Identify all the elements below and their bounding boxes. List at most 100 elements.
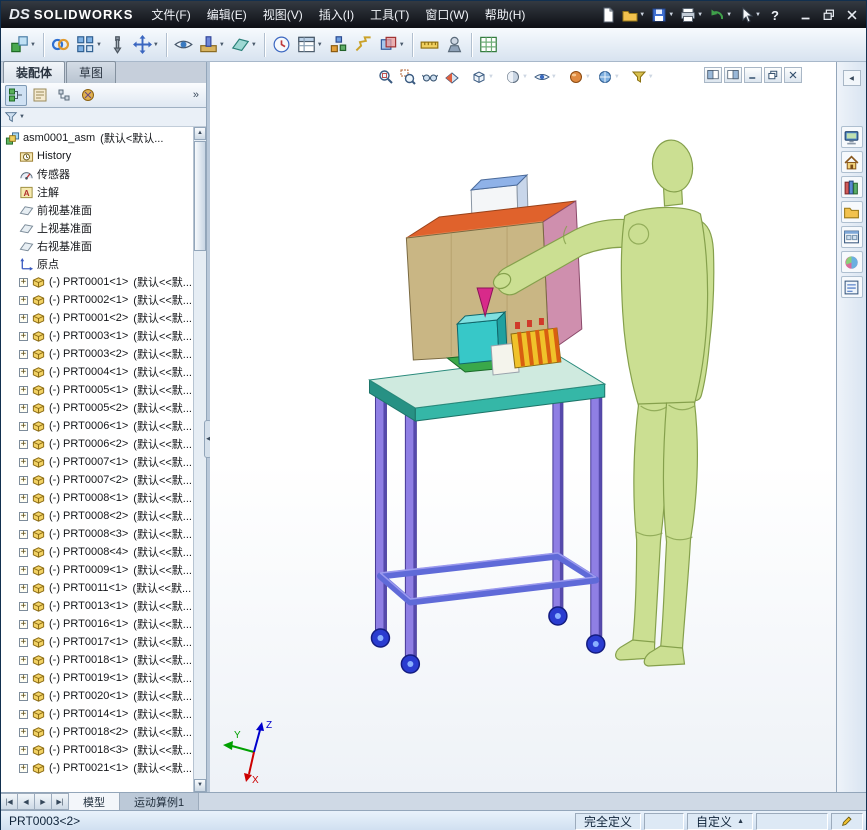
- tab-model[interactable]: 模型: [69, 793, 120, 810]
- expand-icon[interactable]: +: [19, 655, 28, 665]
- minimize-button[interactable]: [796, 6, 816, 24]
- tree-item[interactable]: + (-) PRT0018<3> (默认<<默...: [3, 741, 192, 759]
- expand-icon[interactable]: +: [19, 565, 28, 575]
- tree-item[interactable]: + (-) PRT0016<1> (默认<<默...: [3, 615, 192, 633]
- show-hidden-components-button[interactable]: [171, 31, 196, 59]
- tree-item[interactable]: + (-) PRT0004<1> (默认<<默...: [3, 363, 192, 381]
- move-component-button[interactable]: ▼: [130, 31, 162, 59]
- graphics-viewport[interactable]: Y X Z ▼ ▼ ▼ ▼ ▼ ▼: [210, 62, 836, 792]
- expand-icon[interactable]: +: [19, 619, 28, 629]
- expand-icon[interactable]: +: [19, 331, 28, 341]
- expand-icon[interactable]: +: [19, 709, 28, 719]
- assembly-features-button[interactable]: ▼: [196, 31, 228, 59]
- section-view-button[interactable]: [441, 67, 463, 87]
- tree-item[interactable]: + (-) PRT0008<3> (默认<<默...: [3, 525, 192, 543]
- design-library-button[interactable]: [840, 176, 863, 198]
- undo-button[interactable]: ▼: [706, 4, 735, 26]
- fm-tabs-overflow[interactable]: »: [190, 89, 202, 101]
- tree-item[interactable]: + (-) PRT0018<2> (默认<<默...: [3, 723, 192, 741]
- scroll-down-button[interactable]: ▼: [194, 779, 206, 792]
- restore-button[interactable]: [819, 6, 839, 24]
- expand-icon[interactable]: +: [19, 511, 28, 521]
- status-units-dropdown[interactable]: 自定义 ▲: [687, 812, 753, 830]
- tree-item[interactable]: + (-) PRT0008<1> (默认<<默...: [3, 489, 192, 507]
- doc-minimize-button[interactable]: [744, 67, 762, 83]
- tab-scroll-prev[interactable]: ◀: [18, 793, 35, 810]
- zoom-fit-button[interactable]: [375, 67, 397, 87]
- help-button[interactable]: ?: [764, 4, 786, 26]
- tree-item[interactable]: + (-) PRT0019<1> (默认<<默...: [3, 669, 192, 687]
- smart-fasteners-button[interactable]: [105, 31, 130, 59]
- expand-icon[interactable]: +: [19, 691, 28, 701]
- custom-properties-button[interactable]: [840, 276, 863, 298]
- new-motion-study-button[interactable]: [269, 31, 294, 59]
- mate-button[interactable]: [48, 31, 73, 59]
- tree-item[interactable]: + (-) PRT0020<1> (默认<<默...: [3, 687, 192, 705]
- edit-appearance-button[interactable]: ▼: [565, 67, 594, 87]
- fm-dimxpert-tab[interactable]: [77, 85, 99, 106]
- filter-button[interactable]: ▼: [4, 110, 25, 124]
- display-style-button[interactable]: ▼: [502, 67, 531, 87]
- fm-configurations-tab[interactable]: [53, 85, 75, 106]
- tree-item[interactable]: A 注解: [3, 183, 192, 201]
- view-orientation-button[interactable]: ▼: [468, 67, 497, 87]
- tree-item[interactable]: + (-) PRT0001<1> (默认<<默...: [3, 273, 192, 291]
- expand-icon[interactable]: +: [19, 493, 28, 503]
- tree-item[interactable]: 右视基准面: [3, 237, 192, 255]
- menu-item[interactable]: 编辑(E): [199, 2, 255, 27]
- tree-item[interactable]: + (-) PRT0007<1> (默认<<默...: [3, 453, 192, 471]
- expand-icon[interactable]: +: [19, 439, 28, 449]
- expand-icon[interactable]: +: [19, 457, 28, 467]
- tree-item[interactable]: + (-) PRT0001<2> (默认<<默...: [3, 309, 192, 327]
- tree-item[interactable]: History: [3, 147, 192, 165]
- expand-icon[interactable]: +: [19, 475, 28, 485]
- expand-icon[interactable]: +: [19, 763, 28, 773]
- tree-item[interactable]: + (-) PRT0006<2> (默认<<默...: [3, 435, 192, 453]
- insert-components-button[interactable]: ▼: [7, 31, 39, 59]
- expand-icon[interactable]: +: [19, 547, 28, 557]
- tree-item[interactable]: + (-) PRT0003<1> (默认<<默...: [3, 327, 192, 345]
- zoom-area-button[interactable]: [397, 67, 419, 87]
- tab-scroll-next[interactable]: ▶: [35, 793, 52, 810]
- menu-item[interactable]: 视图(V): [255, 2, 311, 27]
- tree-item[interactable]: + (-) PRT0008<2> (默认<<默...: [3, 507, 192, 525]
- save-button[interactable]: ▼: [648, 4, 677, 26]
- bill-of-materials-button[interactable]: ▼: [294, 31, 326, 59]
- tree-item[interactable]: + (-) PRT0005<2> (默认<<默...: [3, 399, 192, 417]
- scroll-up-button[interactable]: ▲: [194, 127, 206, 140]
- tab-motion-study[interactable]: 运动算例1: [120, 793, 200, 810]
- expand-icon[interactable]: +: [19, 277, 28, 287]
- tree-item[interactable]: + (-) PRT0017<1> (默认<<默...: [3, 633, 192, 651]
- tree-item[interactable]: + (-) PRT0018<1> (默认<<默...: [3, 651, 192, 669]
- expand-icon[interactable]: +: [19, 421, 28, 431]
- tree-item[interactable]: 前视基准面: [3, 201, 192, 219]
- taskpane-collapse-button[interactable]: ◀: [842, 70, 861, 86]
- menu-item[interactable]: 窗口(W): [417, 2, 476, 27]
- expand-icon[interactable]: +: [19, 727, 28, 737]
- measure-button[interactable]: [417, 31, 442, 59]
- expand-icon[interactable]: +: [19, 313, 28, 323]
- expand-icon[interactable]: +: [19, 583, 28, 593]
- scrollbar-thumb[interactable]: [194, 141, 206, 251]
- explode-line-sketch-button[interactable]: [351, 31, 376, 59]
- doc-close-button[interactable]: [784, 67, 802, 83]
- tree-scrollbar[interactable]: ▲ ▼: [193, 127, 206, 792]
- open-button[interactable]: ▼: [619, 4, 648, 26]
- tree-item[interactable]: + (-) PRT0005<1> (默认<<默...: [3, 381, 192, 399]
- exploded-view-button[interactable]: [326, 31, 351, 59]
- zoom-selection-button[interactable]: [419, 67, 441, 87]
- expand-icon[interactable]: +: [19, 529, 28, 539]
- view-settings-button[interactable]: ▼: [628, 67, 657, 87]
- pane-left-button[interactable]: [704, 67, 722, 83]
- resources-button[interactable]: [840, 126, 863, 148]
- command-tab-inactive[interactable]: 草图: [66, 61, 117, 83]
- home-button[interactable]: [840, 151, 863, 173]
- print-button[interactable]: ▼: [677, 4, 706, 26]
- tree-item[interactable]: + (-) PRT0011<1> (默认<<默...: [3, 579, 192, 597]
- expand-icon[interactable]: +: [19, 295, 28, 305]
- menu-item[interactable]: 插入(I): [311, 2, 362, 27]
- select-button[interactable]: ▼: [735, 4, 764, 26]
- status-edit-button[interactable]: [831, 812, 863, 830]
- reference-geometry-button[interactable]: ▼: [228, 31, 260, 59]
- appearances-scenes-button[interactable]: [840, 251, 863, 273]
